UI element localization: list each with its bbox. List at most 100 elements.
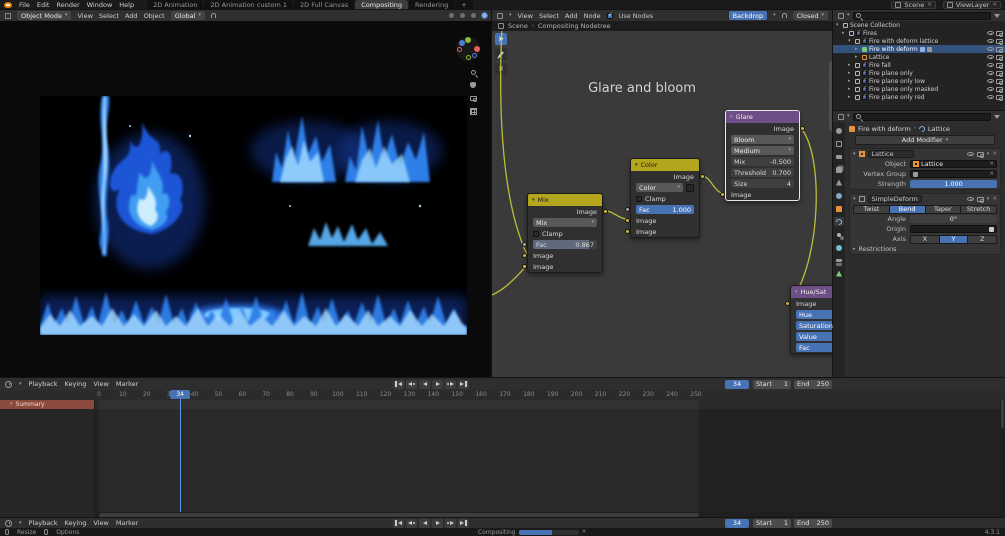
hide-eye-icon[interactable] xyxy=(987,63,994,67)
menu-render[interactable]: Render xyxy=(56,1,79,9)
camera-view-icon[interactable] xyxy=(468,93,478,103)
breadcrumb-nodetree[interactable]: Compositing Nodetree xyxy=(538,22,611,30)
jump-to-start-button[interactable] xyxy=(393,380,404,389)
snap-magnet-icon[interactable] xyxy=(782,13,787,18)
viewport-menu-select[interactable]: Select xyxy=(99,12,119,20)
tab-compositing[interactable]: Compositing xyxy=(355,0,408,10)
axis-z-icon[interactable] xyxy=(459,40,465,46)
hue-saturation-node[interactable]: ▾ Hue/Sat Image Hue Saturation Value Fac xyxy=(790,285,833,354)
vertex-group-field[interactable]: ✕ xyxy=(910,170,997,178)
tab-scene[interactable] xyxy=(834,178,844,187)
remove-modifier-icon[interactable]: ✕ xyxy=(992,196,997,202)
collapse-icon[interactable]: ▾ xyxy=(730,115,733,120)
size-slider[interactable]: Size4 xyxy=(731,179,794,188)
hide-eye-icon[interactable] xyxy=(987,79,994,83)
breadcrumb-modifier[interactable]: Lattice xyxy=(928,125,950,133)
display-viewport-icon[interactable] xyxy=(967,197,974,201)
disclosure-icon[interactable]: ▸ xyxy=(842,30,847,36)
collection-checkbox[interactable] xyxy=(862,95,867,100)
viewport-canvas[interactable] xyxy=(0,21,492,378)
disclosure-icon[interactable]: ▸ xyxy=(848,62,853,68)
tab-render[interactable] xyxy=(834,139,844,148)
disable-render-icon[interactable] xyxy=(996,39,1003,44)
timeline-ruler[interactable]: 0102030405060708090100110120130140150160… xyxy=(0,390,1005,400)
disclosure-icon[interactable]: ▸ xyxy=(848,94,853,100)
filter-icon[interactable] xyxy=(994,14,1000,18)
node-menu-view[interactable]: View xyxy=(518,12,533,20)
disable-render-icon[interactable] xyxy=(996,63,1003,68)
outliner-row-fire-plane-only-red[interactable]: ▸ Fire plane only red xyxy=(833,93,1005,101)
editor-type-icon[interactable] xyxy=(497,13,503,19)
collection-checkbox[interactable] xyxy=(862,87,867,92)
modifier-name-field[interactable]: Lattice xyxy=(868,150,914,158)
collection-checkbox[interactable] xyxy=(862,63,867,68)
viewport-menu-add[interactable]: Add xyxy=(125,12,138,20)
editor-type-icon[interactable] xyxy=(838,13,844,19)
glare-node-header[interactable]: ▾ Glare xyxy=(726,111,799,123)
outliner-search-input[interactable] xyxy=(853,12,991,20)
add-modifier-button[interactable]: Add Modifier▾ xyxy=(855,135,995,145)
annotate-tool[interactable] xyxy=(495,48,507,60)
mode-bend-button[interactable]: Bend xyxy=(890,206,926,213)
axis-z-button[interactable]: Z xyxy=(968,236,996,243)
disclosure-icon[interactable]: ▾ xyxy=(836,22,841,28)
image-input-socket[interactable] xyxy=(522,253,527,258)
tab-modifiers[interactable] xyxy=(834,217,844,226)
clamp-checkbox[interactable] xyxy=(533,231,539,237)
disclosure-icon[interactable]: ▸ xyxy=(848,86,853,92)
timeline-tracks[interactable] xyxy=(95,400,1000,512)
links-cut-tool[interactable]: ✕ xyxy=(495,63,507,75)
frame-end-field[interactable]: End250 xyxy=(794,519,832,528)
pivot-dropdown[interactable]: Closed▾ xyxy=(793,11,828,20)
jump-to-start-button[interactable] xyxy=(393,519,404,528)
image-output-socket[interactable] xyxy=(700,174,705,179)
play-reverse-button[interactable] xyxy=(419,380,430,389)
mix-node[interactable]: ▾ Mix Image Mix▾ Clamp Fac0.867 Image Im… xyxy=(527,193,603,273)
display-viewport-icon[interactable] xyxy=(967,152,974,156)
tab-view-layer[interactable] xyxy=(834,165,844,174)
expand-icon[interactable]: ▸ xyxy=(853,247,856,252)
breadcrumb-object[interactable]: Fire with deform xyxy=(858,125,911,133)
disable-render-icon[interactable] xyxy=(996,71,1003,76)
hue-slider[interactable]: Hue xyxy=(796,310,833,319)
tab-rendering[interactable]: Rendering xyxy=(409,0,454,10)
use-nodes-checkbox[interactable] xyxy=(607,13,613,19)
navigation-gizmo[interactable] xyxy=(456,37,480,61)
collapse-icon[interactable]: ▾ xyxy=(853,152,856,157)
select-box-tool[interactable]: ➤ xyxy=(495,33,507,45)
image-output-socket[interactable] xyxy=(603,209,608,214)
outliner-row-fire-plane-only-masked[interactable]: ▸ Fire plane only masked xyxy=(833,85,1005,93)
axis-x-neg-icon[interactable] xyxy=(457,47,462,52)
mode-twist-button[interactable]: Twist xyxy=(854,206,890,213)
menu-window[interactable]: Window xyxy=(87,1,113,9)
snap-magnet-icon[interactable] xyxy=(211,13,216,18)
glare-node[interactable]: ▾ Glare Image Bloom▾ Medium▾ Mix-0.500 T… xyxy=(725,110,800,201)
axis-y-icon[interactable] xyxy=(465,37,471,43)
breadcrumb-scene[interactable]: Scene xyxy=(508,22,528,30)
view-menu[interactable]: View xyxy=(93,380,108,388)
angle-field[interactable]: 0° xyxy=(910,215,997,223)
collection-checkbox[interactable] xyxy=(862,71,867,76)
disable-render-icon[interactable] xyxy=(996,55,1003,60)
disclosure-icon[interactable]: ▸ xyxy=(855,54,860,60)
frame-start-field[interactable]: Start1 xyxy=(753,519,791,528)
fac-slider[interactable]: Fac xyxy=(796,343,833,352)
zoom-icon[interactable] xyxy=(468,67,478,77)
clamp-checkbox[interactable] xyxy=(636,196,642,202)
outliner-row-fires[interactable]: ▸ Fires xyxy=(833,29,1005,37)
restrictions-label[interactable]: Restrictions xyxy=(859,245,897,253)
collapse-icon[interactable]: ▾ xyxy=(532,198,535,203)
disable-render-icon[interactable] xyxy=(996,31,1003,36)
axis-y-button[interactable]: Y xyxy=(940,236,969,243)
viewport-menu-object[interactable]: Object xyxy=(144,12,165,20)
blend-mode-dropdown[interactable]: Color▾ xyxy=(636,183,683,192)
collapse-icon[interactable]: ▾ xyxy=(795,290,798,295)
menu-edit[interactable]: Edit xyxy=(37,1,50,9)
editor-type-icon[interactable] xyxy=(5,520,12,527)
timeline-vscrollbar[interactable] xyxy=(1000,400,1005,512)
mode-taper-button[interactable]: Taper xyxy=(926,206,962,213)
blender-logo-icon[interactable] xyxy=(4,2,12,8)
color-mix-node[interactable]: ▾ Color Image Color▾ Clamp Fac1.000 Imag… xyxy=(630,158,700,238)
axis-x-icon[interactable] xyxy=(474,46,480,52)
node-menu-add[interactable]: Add xyxy=(565,12,578,20)
